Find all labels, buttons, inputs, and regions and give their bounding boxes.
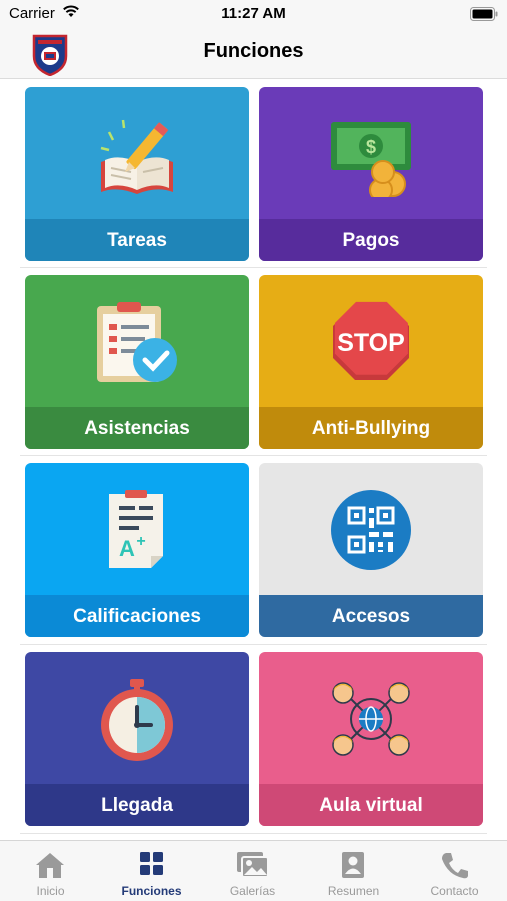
tile-calificaciones[interactable]: A + Calificaciones	[25, 463, 249, 637]
stop-sign-icon: STOP	[333, 301, 409, 380]
attendance-clipboard-check-icon	[97, 302, 177, 382]
home-icon	[36, 853, 64, 878]
tile-pagos[interactable]: $ Pagos	[259, 87, 483, 261]
phone-icon	[442, 853, 468, 879]
tab-bar: Inicio Funciones Galerías Resumen Contac…	[0, 840, 507, 901]
virtual-classroom-icon	[332, 682, 410, 756]
tile-label: Tareas	[107, 230, 167, 251]
tile-anti-bullying[interactable]: STOP Anti-Bullying	[259, 275, 483, 449]
row-divider	[20, 833, 487, 834]
profile-card-icon	[342, 852, 364, 878]
svg-text:STOP: STOP	[337, 329, 405, 357]
row-divider	[20, 267, 487, 268]
tile-asistencias[interactable]: Asistencias	[25, 275, 249, 449]
tab-resumen[interactable]: Resumen	[303, 841, 404, 901]
homework-book-pencil-icon	[100, 119, 173, 194]
tab-galerias[interactable]: Galerías	[202, 841, 303, 901]
svg-text:$: $	[366, 137, 376, 157]
tile-aula-virtual[interactable]: Aula virtual	[259, 652, 483, 826]
tile-label: Anti-Bullying	[311, 418, 431, 439]
status-bar: Carrier 11:27 AM	[0, 0, 507, 28]
svg-text:+: +	[136, 533, 145, 550]
gallery-icon	[237, 852, 269, 878]
tab-label: Funciones	[121, 884, 182, 898]
money-coins-icon: $	[331, 122, 411, 197]
functions-grid: Tareas $ Pagos Asistencias STOP Anti-Bul…	[0, 79, 507, 840]
tile-label: Calificaciones	[73, 606, 201, 627]
grid-icon	[140, 852, 163, 875]
page-title: Funciones	[203, 40, 304, 62]
row-divider	[20, 644, 487, 645]
battery-icon	[470, 7, 498, 21]
tile-label: Llegada	[101, 795, 173, 816]
tile-label: Pagos	[342, 230, 400, 251]
navigation-bar: Funciones	[0, 28, 507, 79]
tile-label: Aula virtual	[319, 795, 423, 816]
tab-label: Inicio	[36, 884, 65, 898]
tab-label: Resumen	[327, 884, 380, 898]
tile-llegada[interactable]: Llegada	[25, 652, 249, 826]
grades-document-icon: A +	[109, 490, 163, 568]
clock: 11:27 AM	[221, 5, 286, 22]
tile-label: Asistencias	[84, 418, 190, 439]
tab-contacto[interactable]: Contacto	[404, 841, 505, 901]
tab-funciones[interactable]: Funciones	[101, 841, 202, 901]
tile-tareas[interactable]: Tareas	[25, 87, 249, 261]
tab-inicio[interactable]: Inicio	[0, 841, 101, 901]
qr-code-icon	[331, 490, 411, 570]
stopwatch-icon	[101, 679, 173, 761]
svg-text:A: A	[119, 536, 135, 561]
tile-accesos[interactable]: Accesos	[259, 463, 483, 637]
tile-label: Accesos	[331, 606, 411, 627]
tab-label: Contacto	[430, 884, 479, 898]
tab-label: Galerías	[229, 884, 276, 898]
row-divider	[20, 455, 487, 456]
